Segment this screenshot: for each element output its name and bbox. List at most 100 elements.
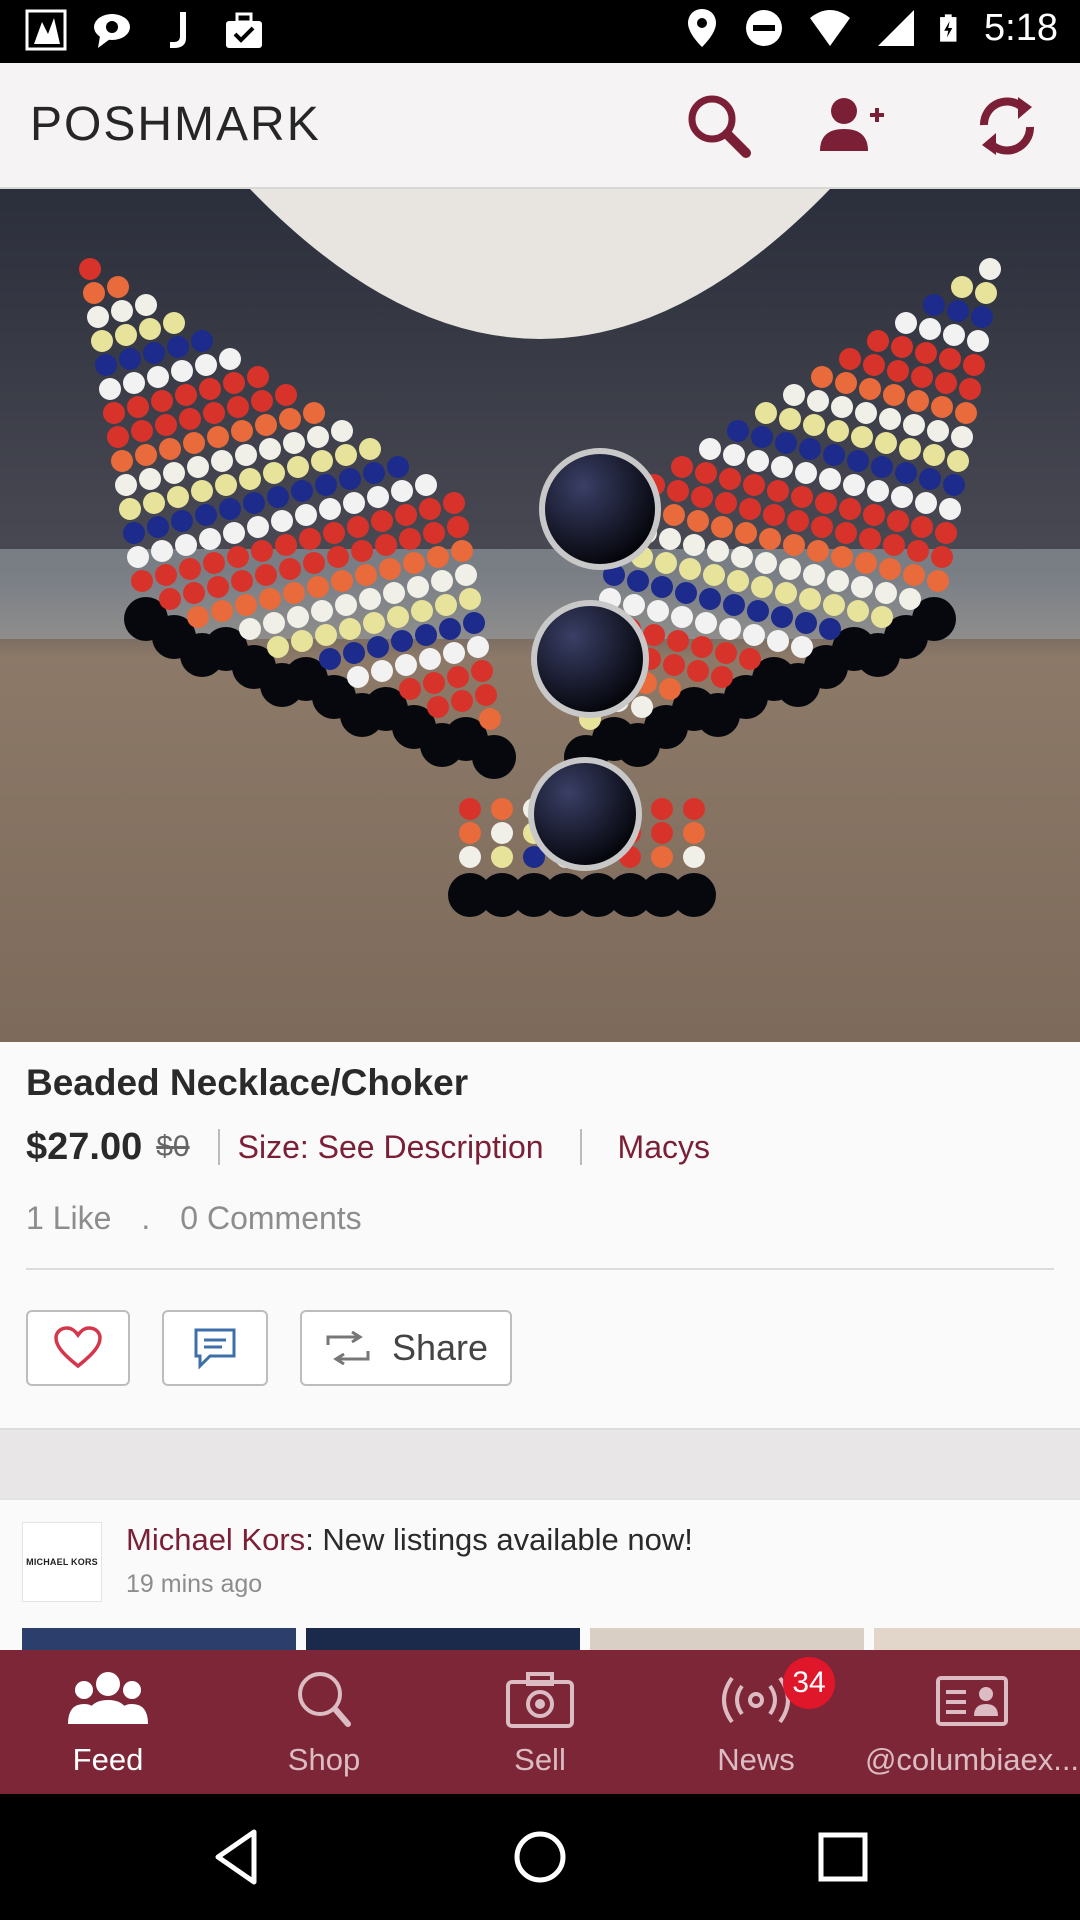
search-icon[interactable] <box>684 91 754 161</box>
bead <box>155 414 177 436</box>
bead <box>879 558 901 580</box>
likes-count[interactable]: 1 Like <box>26 1200 111 1237</box>
bead <box>235 594 257 616</box>
bead <box>739 498 761 520</box>
recents-icon[interactable] <box>810 1824 876 1890</box>
bead <box>243 492 265 514</box>
bead <box>119 498 141 520</box>
bead <box>247 366 269 388</box>
bead <box>795 462 817 484</box>
bead <box>831 396 853 418</box>
bead <box>803 414 825 436</box>
bead <box>175 534 197 556</box>
nav-sell[interactable]: Sell <box>432 1650 648 1794</box>
bead <box>659 678 681 700</box>
bead <box>299 528 321 550</box>
bead <box>931 396 953 418</box>
wifi-icon <box>810 10 851 46</box>
bead <box>347 666 369 688</box>
bead <box>839 348 861 370</box>
share-label: Share <box>391 1327 489 1368</box>
camera-icon <box>506 1672 574 1728</box>
bead <box>931 546 953 568</box>
bead <box>383 582 405 604</box>
bead <box>799 438 821 460</box>
bead <box>155 564 177 586</box>
bead <box>143 342 165 364</box>
bead <box>343 642 365 664</box>
bead <box>439 618 461 640</box>
bead <box>887 510 909 532</box>
back-icon[interactable] <box>204 1824 270 1890</box>
comment-button[interactable] <box>162 1310 268 1386</box>
drop-bead <box>472 735 516 779</box>
listing-photo[interactable] <box>0 189 1080 1042</box>
clock: 5:18 <box>984 6 1058 49</box>
listing-title[interactable]: Beaded Necklace/Choker <box>26 1062 468 1104</box>
comments-count[interactable]: 0 Comments <box>180 1200 361 1237</box>
bead <box>367 636 389 658</box>
avatar[interactable]: MICHAEL KORS <box>22 1522 102 1602</box>
bead <box>79 258 101 280</box>
bead <box>315 474 337 496</box>
feed-message[interactable]: Michael Kors: New listings available now… <box>126 1522 693 1558</box>
add-user-icon[interactable] <box>816 91 886 161</box>
bead <box>251 540 273 562</box>
bead <box>183 432 205 454</box>
bead <box>287 606 309 628</box>
bead <box>347 516 369 538</box>
bead <box>819 618 841 640</box>
home-icon[interactable] <box>507 1824 573 1890</box>
bead <box>391 630 413 652</box>
bead <box>363 462 385 484</box>
bead <box>451 540 473 562</box>
nav-shop[interactable]: Shop <box>216 1650 432 1794</box>
bead <box>171 510 193 532</box>
nav-feed[interactable]: Feed <box>0 1650 216 1794</box>
bead <box>275 384 297 406</box>
bead <box>491 798 513 820</box>
bead <box>475 684 497 706</box>
bead <box>899 438 921 460</box>
bead <box>207 576 229 598</box>
bead <box>123 372 145 394</box>
bead <box>979 258 1001 280</box>
bead <box>711 516 733 538</box>
profile-card-icon <box>936 1676 1008 1726</box>
bead <box>759 528 781 550</box>
nav-profile[interactable]: @columbiaex... <box>864 1650 1080 1794</box>
share-button[interactable]: Share <box>300 1310 512 1386</box>
like-button[interactable] <box>26 1310 130 1386</box>
bead <box>723 594 745 616</box>
bead <box>871 606 893 628</box>
bead <box>631 696 653 718</box>
bead <box>87 306 109 328</box>
bead <box>415 474 437 496</box>
thumbnail-1[interactable] <box>22 1628 296 1650</box>
bead <box>491 822 513 844</box>
bead <box>975 282 997 304</box>
bead <box>711 666 733 688</box>
bead <box>715 642 737 664</box>
thumbnail-4[interactable] <box>874 1628 1080 1650</box>
bead <box>907 540 929 562</box>
bead <box>855 402 877 424</box>
bead <box>359 588 381 610</box>
feed-author[interactable]: Michael Kors <box>126 1522 305 1557</box>
bead <box>651 846 673 868</box>
bead <box>447 666 469 688</box>
thumbnail-3[interactable] <box>590 1628 864 1650</box>
bead <box>627 570 649 592</box>
thumbnail-2[interactable] <box>306 1628 580 1650</box>
refresh-icon[interactable] <box>972 91 1042 161</box>
size-link[interactable]: Size: See Description <box>238 1129 544 1166</box>
bead <box>115 324 137 346</box>
bead <box>683 822 705 844</box>
bead <box>95 354 117 376</box>
bead <box>255 414 277 436</box>
bead <box>131 570 153 592</box>
brand-link[interactable]: Macys <box>618 1129 710 1166</box>
bead <box>947 450 969 472</box>
bead <box>323 522 345 544</box>
bead <box>887 360 909 382</box>
